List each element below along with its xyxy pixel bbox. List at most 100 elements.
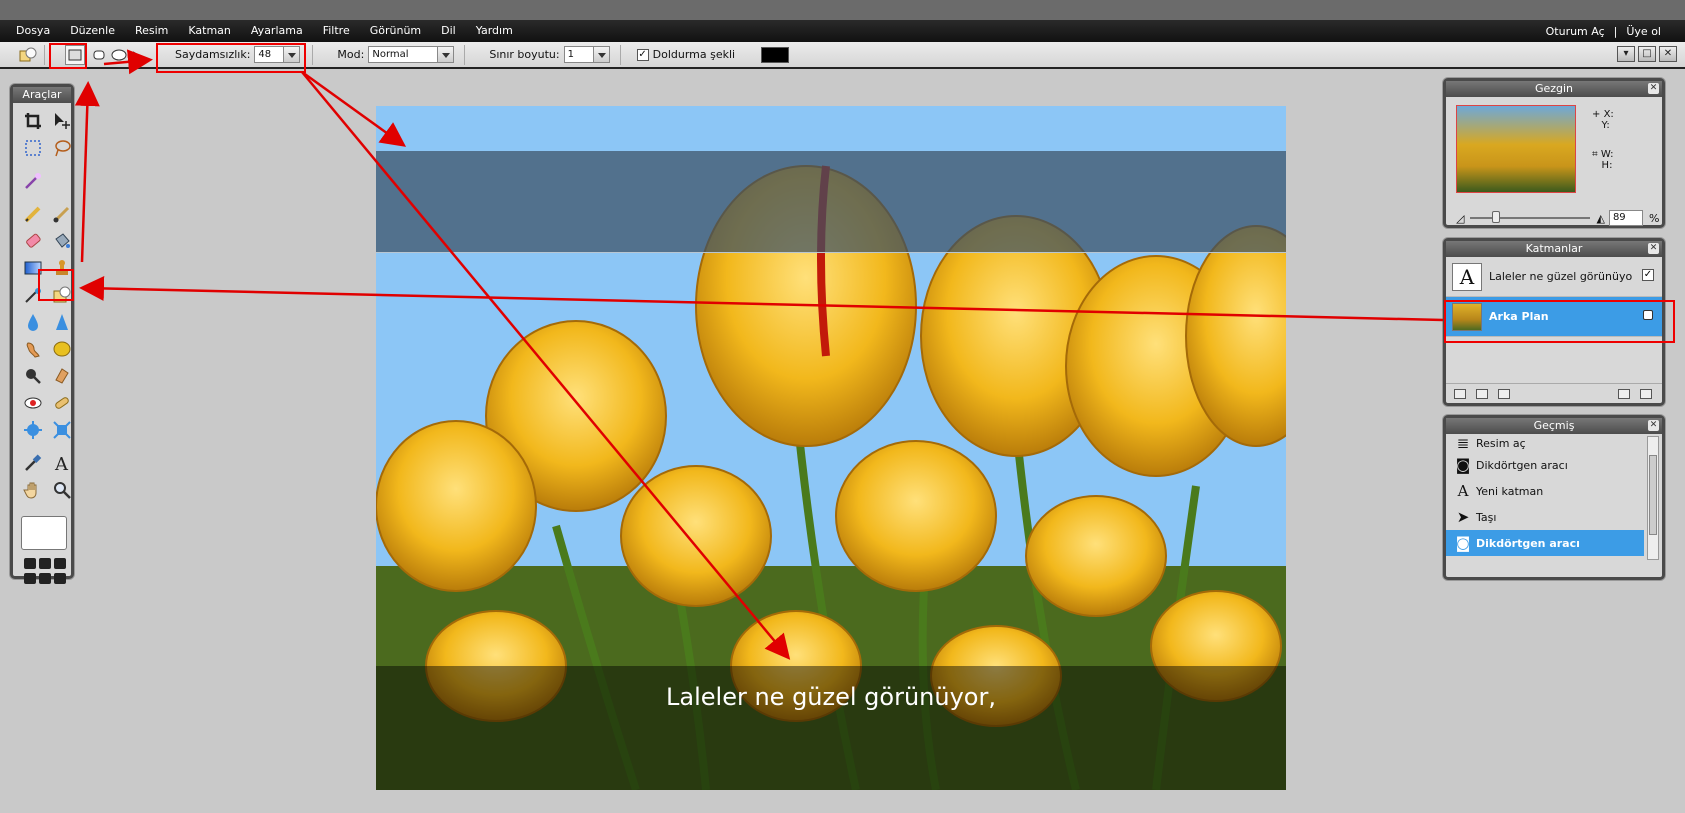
history-item[interactable]: ➤ Taşı <box>1446 504 1644 530</box>
history-item-label: Yeni katman <box>1476 484 1544 498</box>
view-mode-dot[interactable] <box>54 573 66 584</box>
maximize-button[interactable]: □ <box>1638 46 1656 62</box>
opacity-dropdown-button[interactable] <box>284 46 301 63</box>
history-title-text: Geçmiş <box>1533 419 1575 432</box>
history-item-label: Resim aç <box>1476 436 1526 450</box>
crosshair-icon: + <box>1592 109 1601 120</box>
menu-bar: Dosya Düzenle Resim Katman Ayarlama Filt… <box>0 20 1685 42</box>
pinch-tool-icon[interactable] <box>50 418 74 442</box>
fill-checkbox[interactable]: ✓ <box>636 48 649 61</box>
view-mode-dot[interactable] <box>54 558 66 569</box>
magic-wand-tool-icon[interactable] <box>21 169 45 193</box>
layer-mask-icon[interactable] <box>1476 388 1488 399</box>
menu-layer[interactable]: Katman <box>178 20 241 42</box>
view-mode-dot[interactable] <box>24 558 36 569</box>
ellipse-shape-icon[interactable] <box>109 45 129 65</box>
w-label: W: <box>1600 149 1614 160</box>
history-item[interactable]: ◙ Dikdörtgen aracı <box>1446 452 1644 478</box>
lasso-tool-icon[interactable] <box>50 136 74 160</box>
move-tool-icon[interactable] <box>50 109 74 133</box>
color-replace-tool-icon[interactable] <box>21 283 45 307</box>
line-shape-icon[interactable] <box>129 45 149 65</box>
menu-filter[interactable]: Filtre <box>313 20 360 42</box>
color-swatch-box[interactable] <box>21 516 67 550</box>
zoom-in-icon[interactable]: ◭ <box>1596 212 1604 225</box>
shape-tool-icon[interactable] <box>18 45 38 65</box>
smudge-tool-icon[interactable] <box>21 337 45 361</box>
zoom-input[interactable]: 89 <box>1608 210 1643 226</box>
spot-heal-tool-icon[interactable] <box>50 391 74 415</box>
y-label: Y: <box>1601 120 1610 131</box>
dodge-tool-icon[interactable] <box>21 364 45 388</box>
clone-stamp-tool-icon[interactable] <box>50 256 74 280</box>
layer-style-icon[interactable] <box>1498 388 1510 399</box>
menu-image[interactable]: Resim <box>125 20 178 42</box>
rounded-rectangle-shape-icon[interactable] <box>89 45 109 65</box>
zoom-slider-handle[interactable] <box>1492 211 1501 223</box>
lock-icon[interactable] <box>1643 310 1653 320</box>
eraser-tool-icon[interactable] <box>21 229 45 253</box>
marquee-tool-icon[interactable] <box>21 136 45 160</box>
border-size-dropdown-button[interactable] <box>593 46 610 63</box>
blur-tool-icon[interactable] <box>21 310 45 334</box>
menu-edit[interactable]: Düzenle <box>60 20 125 42</box>
red-eye-tool-icon[interactable] <box>21 391 45 415</box>
history-scrollbar[interactable] <box>1647 436 1659 560</box>
zoom-out-icon[interactable]: ◿ <box>1456 212 1464 225</box>
history-item[interactable]: A Yeni katman <box>1446 478 1644 504</box>
navigator-title-text: Gezgin <box>1534 82 1574 95</box>
login-link[interactable]: Oturum Aç <box>1546 25 1605 38</box>
view-mode-dot[interactable] <box>24 573 36 584</box>
mode-select[interactable]: Normal <box>368 46 439 63</box>
paint-bucket-tool-icon[interactable] <box>50 229 74 253</box>
brush-tool-icon[interactable] <box>50 202 74 226</box>
view-mode-dot[interactable] <box>39 558 51 569</box>
view-mode-buttons[interactable] <box>24 558 71 584</box>
trash-icon[interactable] <box>1640 388 1652 399</box>
options-divider <box>44 44 45 65</box>
color-picker-tool-icon[interactable] <box>21 451 45 475</box>
close-icon[interactable]: ✕ <box>1648 83 1659 94</box>
minimize-button[interactable]: ▾ <box>1617 46 1635 62</box>
menu-language[interactable]: Dil <box>431 20 466 42</box>
layer-row-text[interactable]: A Laleler ne güzel görünüyo ✓ <box>1446 257 1662 297</box>
hand-tool-icon[interactable] <box>21 478 45 502</box>
menu-help[interactable]: Yardım <box>466 20 523 42</box>
navigator-thumbnail[interactable] <box>1456 105 1576 193</box>
menu-file[interactable]: Dosya <box>0 20 60 42</box>
history-item-selected[interactable]: ◙ Dikdörtgen aracı <box>1446 530 1644 556</box>
new-layer-icon[interactable] <box>1618 388 1630 399</box>
rectangle-shape-icon[interactable] <box>65 44 85 65</box>
layer-properties-icon[interactable] <box>1454 388 1466 399</box>
menu-adjustment[interactable]: Ayarlama <box>241 20 313 42</box>
shape-tool-icon[interactable] <box>50 283 74 307</box>
close-button[interactable]: ✕ <box>1659 46 1677 62</box>
sharpen-tool-icon[interactable] <box>50 310 74 334</box>
history-title: Geçmiş ✕ <box>1446 418 1662 434</box>
layer-visibility-checkbox[interactable]: ✓ <box>1642 269 1654 281</box>
zoom-tool-icon[interactable] <box>50 478 74 502</box>
gradient-tool-icon[interactable] <box>21 256 45 280</box>
pencil-tool-icon[interactable] <box>21 202 45 226</box>
burn-tool-icon[interactable] <box>50 364 74 388</box>
scrollbar-thumb[interactable] <box>1649 455 1657 535</box>
account-separator: | <box>1613 24 1618 38</box>
fill-color-swatch[interactable] <box>761 46 790 63</box>
close-icon[interactable]: ✕ <box>1648 243 1659 254</box>
menu-view[interactable]: Görünüm <box>360 20 431 42</box>
mode-dropdown-button[interactable] <box>438 46 455 63</box>
sponge-tool-icon[interactable] <box>50 337 74 361</box>
close-icon[interactable]: ✕ <box>1648 420 1659 431</box>
image-canvas[interactable]: Laleler ne güzel görünüyor, <box>376 106 1286 790</box>
layer-row-background[interactable]: Arka Plan <box>1446 297 1662 337</box>
view-mode-dot[interactable] <box>39 573 51 584</box>
signup-link[interactable]: Üye ol <box>1626 25 1661 38</box>
opacity-input[interactable]: 48 <box>254 46 285 63</box>
crop-tool-icon[interactable] <box>21 109 45 133</box>
window-controls: ▾ □ ✕ <box>1617 46 1677 62</box>
bloat-tool-icon[interactable] <box>21 418 45 442</box>
zoom-slider[interactable] <box>1470 211 1591 223</box>
history-item[interactable]: ≣ Resim aç <box>1446 434 1644 452</box>
border-size-input[interactable]: 1 <box>563 46 594 63</box>
type-tool-icon[interactable]: A <box>50 451 74 475</box>
